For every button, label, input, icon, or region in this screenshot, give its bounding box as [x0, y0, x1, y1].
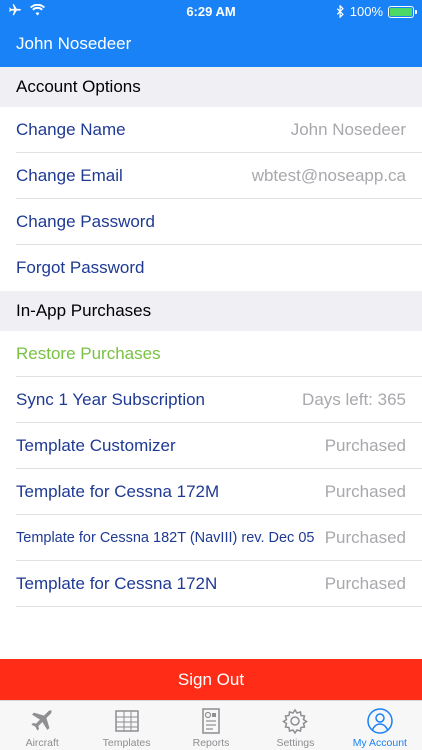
- forgot-password-label: Forgot Password: [16, 258, 145, 277]
- airplane-icon: [31, 710, 53, 731]
- purchase-status: Purchased: [324, 482, 406, 501]
- tab-settings[interactable]: Settings: [253, 701, 337, 750]
- change-password-row[interactable]: Change Password: [0, 199, 422, 245]
- status-right: 100%: [336, 4, 417, 19]
- purchase-row-cessna-182t[interactable]: Template for Cessna 182T (NavIII) rev. D…: [0, 515, 422, 561]
- tab-label: Templates: [102, 737, 151, 749]
- sign-out-button[interactable]: Sign Out: [0, 659, 422, 700]
- change-email-label: Change Email: [16, 166, 123, 185]
- purchase-label: Template Customizer: [16, 436, 176, 455]
- section-title: In-App Purchases: [16, 301, 152, 320]
- section-header-account-options: Account Options: [0, 67, 422, 107]
- battery-percent: 100%: [349, 4, 383, 19]
- page-title: John Nosedeer: [16, 34, 132, 53]
- tab-label: Reports: [192, 737, 230, 749]
- purchase-row-sync-subscription[interactable]: Sync 1 Year Subscription Days left: 365: [0, 377, 422, 423]
- purchase-row-template-customizer[interactable]: Template Customizer Purchased: [0, 423, 422, 469]
- reports-icon: [202, 708, 220, 734]
- tab-label: Settings: [276, 737, 315, 749]
- change-email-value: wbtest@noseapp.ca: [251, 166, 406, 185]
- change-email-row[interactable]: Change Email wbtest@noseapp.ca: [0, 153, 422, 199]
- restore-purchases-row[interactable]: Restore Purchases: [0, 331, 422, 377]
- purchase-row-cessna-172m[interactable]: Template for Cessna 172M Purchased: [0, 469, 422, 515]
- tab-my-account[interactable]: My Account: [338, 701, 422, 750]
- section-title: Account Options: [16, 77, 141, 96]
- purchase-status: Purchased: [324, 574, 406, 593]
- change-password-label: Change Password: [16, 212, 155, 231]
- tab-label: Aircraft: [25, 737, 59, 749]
- change-name-label: Change Name: [16, 120, 126, 139]
- divider: [16, 606, 422, 607]
- person-icon: [367, 708, 393, 734]
- status-bar: 6:29 AM 100%: [0, 0, 422, 22]
- purchase-label: Sync 1 Year Subscription: [16, 390, 206, 409]
- purchase-status: Purchased: [324, 528, 406, 547]
- restore-purchases-label: Restore Purchases: [16, 344, 161, 363]
- templates-icon: [114, 710, 139, 732]
- section-header-in-app-purchases: In-App Purchases: [0, 291, 422, 331]
- purchase-status: Purchased: [324, 436, 406, 455]
- bluetooth-icon: [336, 5, 344, 18]
- purchase-row-cessna-172n[interactable]: Template for Cessna 172N Purchased: [0, 561, 422, 607]
- purchase-label: Template for Cessna 172M: [16, 482, 220, 501]
- battery-icon: [388, 5, 417, 18]
- forgot-password-row[interactable]: Forgot Password: [0, 245, 422, 291]
- tab-reports[interactable]: Reports: [169, 701, 253, 750]
- nav-bar: John Nosedeer: [0, 22, 422, 67]
- tab-templates[interactable]: Templates: [84, 701, 168, 750]
- change-name-row[interactable]: Change Name John Nosedeer: [0, 107, 422, 153]
- gear-icon: [282, 708, 309, 735]
- change-name-value: John Nosedeer: [290, 120, 406, 139]
- tab-label: My Account: [352, 737, 407, 749]
- tab-aircraft[interactable]: Aircraft: [0, 701, 84, 750]
- purchase-status: Days left: 365: [302, 390, 406, 409]
- tab-bar: Aircraft Templates Reports Settings My A…: [0, 700, 422, 750]
- purchase-label: Template for Cessna 172N: [16, 574, 218, 593]
- purchase-label: Template for Cessna 182T (NavIII) rev. D…: [16, 530, 315, 546]
